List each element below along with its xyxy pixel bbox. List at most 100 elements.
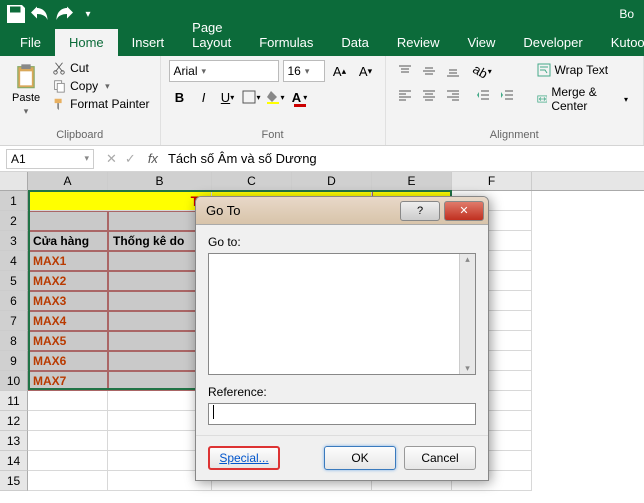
paste-label: Paste bbox=[12, 92, 40, 104]
tab-file[interactable]: File bbox=[6, 29, 55, 56]
select-all-corner[interactable] bbox=[0, 172, 28, 190]
cell[interactable]: MAX3 bbox=[28, 291, 108, 311]
row-header[interactable]: 11 bbox=[0, 391, 28, 411]
font-size-combo[interactable]: 16▾ bbox=[283, 60, 325, 82]
font-color-button[interactable]: A▾ bbox=[289, 86, 311, 108]
format-painter-button[interactable]: Format Painter bbox=[50, 96, 151, 112]
name-box[interactable]: A1▾ bbox=[6, 149, 94, 169]
alignment-group-label: Alignment bbox=[394, 127, 636, 141]
cell[interactable]: MAX7 bbox=[28, 371, 108, 391]
reference-input[interactable] bbox=[208, 403, 476, 425]
row-header[interactable]: 1 bbox=[0, 191, 28, 211]
col-header[interactable]: E bbox=[372, 172, 452, 190]
reference-label: Reference: bbox=[208, 385, 476, 399]
tab-page-layout[interactable]: Page Layout bbox=[178, 14, 245, 56]
cancel-button[interactable]: Cancel bbox=[404, 446, 476, 470]
align-top-icon[interactable] bbox=[394, 60, 416, 82]
cut-button[interactable]: Cut bbox=[50, 60, 151, 76]
clipboard-group-label: Clipboard bbox=[8, 127, 152, 141]
decrease-indent-icon[interactable] bbox=[472, 84, 494, 106]
row-header[interactable]: 13 bbox=[0, 431, 28, 451]
scrollbar[interactable]: ▴▾ bbox=[459, 254, 475, 374]
group-font: Arial▾ 16▾ A▴ A▾ B I U▾ ▾ ▾ A▾ Font bbox=[161, 56, 386, 145]
row-header[interactable]: 5 bbox=[0, 271, 28, 291]
row-header[interactable]: 7 bbox=[0, 311, 28, 331]
ok-button[interactable]: OK bbox=[324, 446, 396, 470]
tab-developer[interactable]: Developer bbox=[509, 29, 596, 56]
cell[interactable]: MAX1 bbox=[28, 251, 108, 271]
bold-button[interactable]: B bbox=[169, 86, 191, 108]
align-left-icon[interactable] bbox=[394, 84, 416, 106]
col-header[interactable]: F bbox=[452, 172, 532, 190]
ribbon: Paste ▾ Cut Copy▾ Format Painter Clipboa… bbox=[0, 56, 644, 146]
wrap-text-button[interactable]: Wrap Text bbox=[530, 60, 636, 80]
col-header[interactable]: C bbox=[212, 172, 292, 190]
tab-data[interactable]: Data bbox=[327, 29, 382, 56]
tab-insert[interactable]: Insert bbox=[118, 29, 179, 56]
save-icon[interactable] bbox=[4, 2, 28, 26]
decrease-font-icon[interactable]: A▾ bbox=[355, 60, 377, 82]
increase-indent-icon[interactable] bbox=[496, 84, 518, 106]
cell[interactable]: Tá bbox=[28, 191, 212, 211]
align-right-icon[interactable] bbox=[442, 84, 464, 106]
group-clipboard: Paste ▾ Cut Copy▾ Format Painter Clipboa… bbox=[0, 56, 161, 145]
col-header[interactable]: B bbox=[108, 172, 212, 190]
row-header[interactable]: 6 bbox=[0, 291, 28, 311]
align-bottom-icon[interactable] bbox=[442, 60, 464, 82]
paste-button[interactable]: Paste ▾ bbox=[8, 60, 44, 127]
special-button[interactable]: Special... bbox=[208, 446, 280, 470]
col-header[interactable]: A bbox=[28, 172, 108, 190]
fill-color-button[interactable]: ▾ bbox=[265, 86, 287, 108]
cell[interactable]: MAX2 bbox=[28, 271, 108, 291]
row-header[interactable]: 12 bbox=[0, 411, 28, 431]
underline-button[interactable]: U▾ bbox=[217, 86, 239, 108]
align-middle-icon[interactable] bbox=[418, 60, 440, 82]
qat-customize-icon[interactable]: ▾ bbox=[76, 2, 100, 26]
cell[interactable]: MAX4 bbox=[28, 311, 108, 331]
cell[interactable]: MAX6 bbox=[28, 351, 108, 371]
merge-center-button[interactable]: Merge & Center▾ bbox=[530, 82, 636, 116]
row-header[interactable]: 4 bbox=[0, 251, 28, 271]
tab-formulas[interactable]: Formulas bbox=[245, 29, 327, 56]
cell[interactable] bbox=[28, 211, 108, 231]
row-header[interactable]: 9 bbox=[0, 351, 28, 371]
formula-input[interactable]: Tách số Âm và số Dương bbox=[164, 151, 644, 166]
tab-home[interactable]: Home bbox=[55, 29, 118, 56]
redo-icon[interactable] bbox=[52, 2, 76, 26]
fx-icon[interactable]: fx bbox=[142, 151, 164, 166]
align-center-icon[interactable] bbox=[418, 84, 440, 106]
cell[interactable]: MAX5 bbox=[28, 331, 108, 351]
titlebar: ▾ Bo bbox=[0, 0, 644, 28]
font-name-combo[interactable]: Arial▾ bbox=[169, 60, 279, 82]
cell[interactable] bbox=[28, 431, 108, 451]
col-header[interactable]: D bbox=[292, 172, 372, 190]
row-header[interactable]: 3 bbox=[0, 231, 28, 251]
row-header[interactable]: 8 bbox=[0, 331, 28, 351]
group-alignment: ab▾ Wrap Text Merge & Center▾ Alignment bbox=[386, 56, 644, 145]
cell[interactable] bbox=[28, 451, 108, 471]
increase-font-icon[interactable]: A▴ bbox=[329, 60, 351, 82]
cancel-formula-icon[interactable]: ✕ bbox=[106, 151, 117, 167]
border-button[interactable]: ▾ bbox=[241, 86, 263, 108]
accept-formula-icon[interactable]: ✓ bbox=[125, 151, 136, 167]
italic-button[interactable]: I bbox=[193, 86, 215, 108]
tab-kutools[interactable]: Kutool bbox=[597, 29, 644, 56]
copy-button[interactable]: Copy▾ bbox=[50, 78, 151, 94]
row-header[interactable]: 15 bbox=[0, 471, 28, 491]
row-header[interactable]: 2 bbox=[0, 211, 28, 231]
row-header[interactable]: 10 bbox=[0, 371, 28, 391]
undo-icon[interactable] bbox=[28, 2, 52, 26]
orientation-icon[interactable]: ab▾ bbox=[472, 60, 494, 82]
tab-view[interactable]: View bbox=[453, 29, 509, 56]
goto-listbox[interactable]: ▴▾ bbox=[208, 253, 476, 375]
dialog-titlebar[interactable]: Go To ? ✕ bbox=[196, 197, 488, 225]
row-header[interactable]: 14 bbox=[0, 451, 28, 471]
close-icon[interactable]: ✕ bbox=[444, 201, 484, 221]
cell[interactable] bbox=[28, 471, 108, 491]
help-icon[interactable]: ? bbox=[400, 201, 440, 221]
goto-dialog: Go To ? ✕ Go to: ▴▾ Reference: Special..… bbox=[195, 196, 489, 481]
cell[interactable] bbox=[28, 411, 108, 431]
cell[interactable] bbox=[28, 391, 108, 411]
tab-review[interactable]: Review bbox=[383, 29, 454, 56]
cell[interactable]: Cửa hàng bbox=[28, 231, 108, 251]
